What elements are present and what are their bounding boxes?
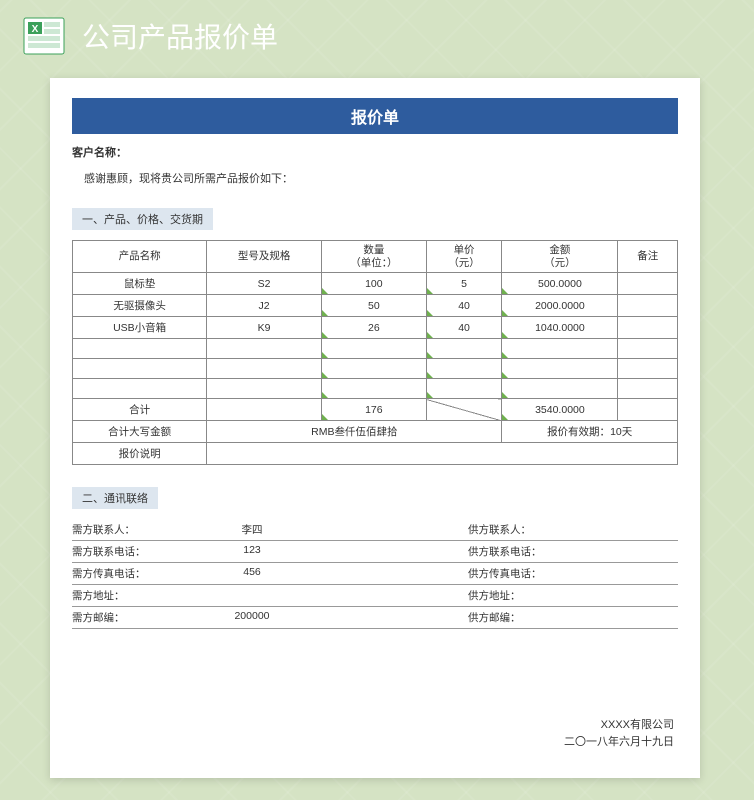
excel-icon: X (20, 12, 68, 60)
notes-row: 报价说明 (73, 443, 678, 465)
total-amount: 3540.0000 (502, 399, 618, 421)
intro-text: 感谢惠顾，现将贵公司所需产品报价如下： (72, 170, 678, 192)
company-name: XXXX有限公司 (564, 717, 674, 735)
table-header-row: 产品名称 型号及规格 数量（单位：） 单价（元） 金额（元） 备注 (73, 241, 678, 273)
products-table: 产品名称 型号及规格 数量（单位：） 单价（元） 金额（元） 备注 鼠标垫 S2… (72, 240, 678, 465)
amount-words-row: 合计大写金额 RMB叁仟伍佰肆拾 报价有效期：10天 (73, 421, 678, 443)
page-title: 公司产品报价单 (82, 16, 278, 56)
contact-section: 二、通讯联络 需方联系人： 李四 供方联系人： 需方联系电话： 123 供方联系… (72, 481, 678, 629)
validity: 报价有效期：10天 (502, 421, 678, 443)
contact-row: 需方地址： 供方地址： (72, 585, 678, 607)
table-row-empty (73, 339, 678, 359)
col-spec: 型号及规格 (207, 241, 322, 273)
contact-row: 需方传真电话： 456 供方传真电话： (72, 563, 678, 585)
contact-row: 需方联系人： 李四 供方联系人： (72, 519, 678, 541)
amount-words-label: 合计大写金额 (73, 421, 207, 443)
page-header: X 公司产品报价单 (0, 0, 754, 68)
amount-words: RMB叁仟伍佰肆拾 (207, 421, 502, 443)
table-row: USB小音箱 K9 26 40 1040.0000 (73, 317, 678, 339)
doc-title: 报价单 (72, 98, 678, 134)
svg-text:X: X (32, 24, 39, 35)
customer-label: 客户名称： (72, 144, 678, 160)
col-amount: 金额（元） (502, 241, 618, 273)
table-row: 无驱摄像头 J2 50 40 2000.0000 (73, 295, 678, 317)
col-qty: 数量（单位：） (321, 241, 426, 273)
notes-label: 报价说明 (73, 443, 207, 465)
total-qty: 176 (321, 399, 426, 421)
col-name: 产品名称 (73, 241, 207, 273)
contact-row: 需方联系电话： 123 供方联系电话： (72, 541, 678, 563)
quotation-document: 报价单 客户名称： 感谢惠顾，现将贵公司所需产品报价如下： 一、产品、价格、交货… (50, 78, 700, 778)
total-label: 合计 (73, 399, 207, 421)
table-total-row: 合计 176 3540.0000 (73, 399, 678, 421)
table-row: 鼠标垫 S2 100 5 500.0000 (73, 273, 678, 295)
col-remark: 备注 (618, 241, 678, 273)
diag-cell (426, 399, 502, 421)
table-row-empty (73, 359, 678, 379)
contact-row: 需方邮编： 200000 供方邮编： (72, 607, 678, 629)
table-row-empty (73, 379, 678, 399)
col-price: 单价（元） (426, 241, 502, 273)
document-footer: XXXX有限公司 二〇一八年六月十九日 (564, 717, 674, 752)
document-date: 二〇一八年六月十九日 (564, 734, 674, 752)
section-2-label: 二、通讯联络 (72, 487, 158, 509)
section-1-label: 一、产品、价格、交货期 (72, 208, 213, 230)
